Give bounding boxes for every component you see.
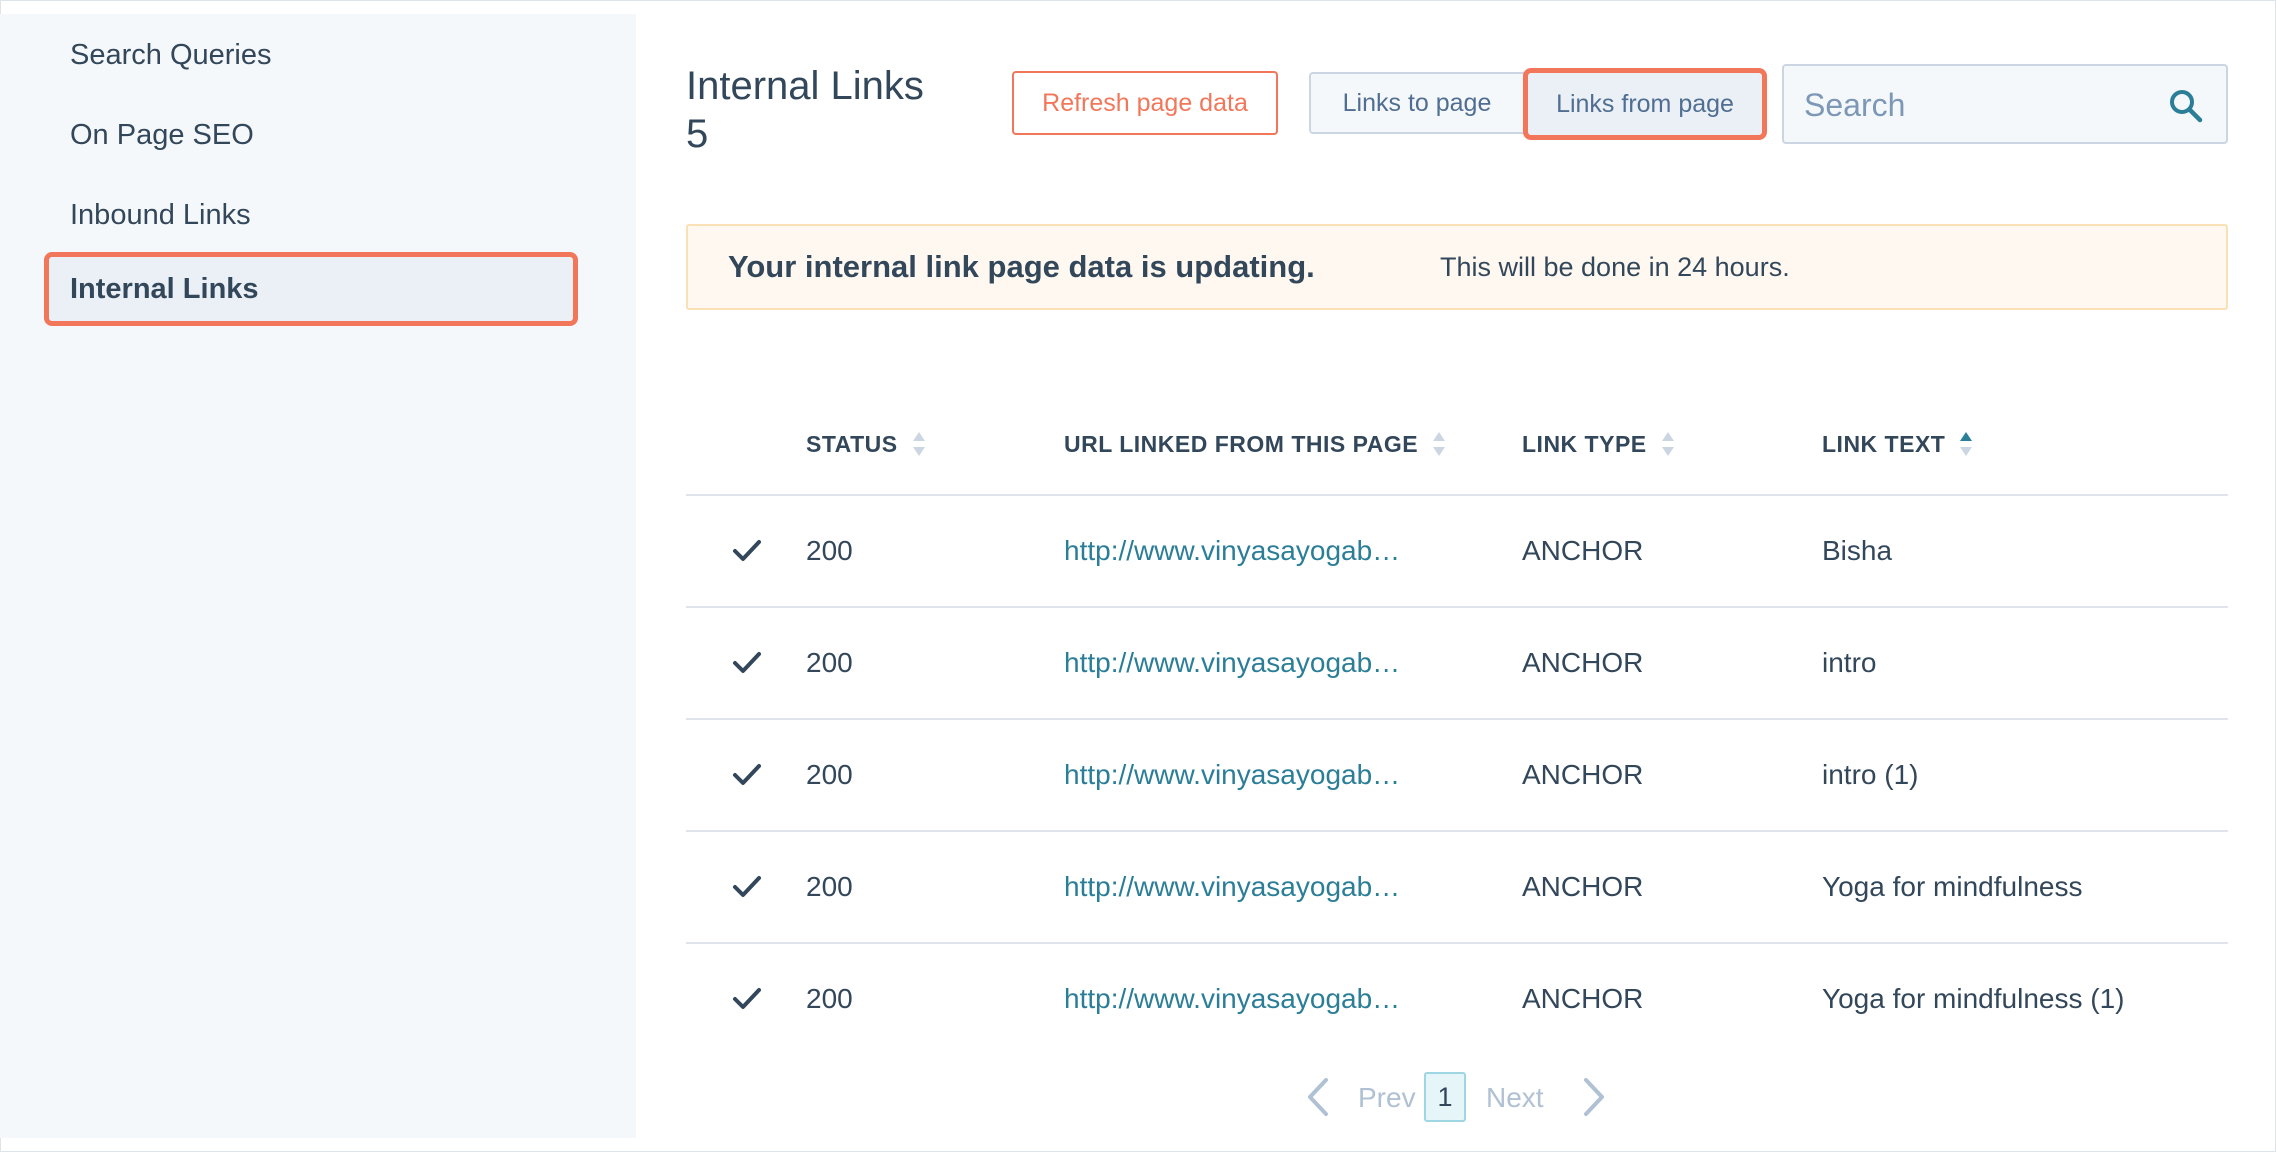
sidebar-item-label: On Page SEO — [70, 119, 254, 151]
link-text-cell: intro (1) — [1822, 759, 1919, 790]
url-link[interactable]: http://www.vinyasayogab… — [1064, 720, 1400, 830]
search-icon[interactable] — [2168, 88, 2204, 124]
link-count: 5 — [686, 112, 709, 156]
next-button[interactable]: Next — [1486, 1070, 1544, 1126]
chevron-left-icon[interactable] — [1304, 1076, 1332, 1118]
url-link[interactable]: http://www.vinyasayogab… — [1064, 944, 1400, 1054]
link-type-cell: ANCHOR — [1522, 983, 1644, 1014]
page-title: Internal Links 5 — [686, 62, 924, 158]
chevron-right-icon[interactable] — [1580, 1076, 1608, 1118]
table-row[interactable]: 200 http://www.vinyasayogab… ANCHOR intr… — [686, 720, 2228, 832]
status-cell: 200 — [806, 871, 853, 902]
page-number-current[interactable]: 1 — [1424, 1072, 1466, 1122]
table-header: STATUS URL LINKED FROM THIS PAGE LINK TY… — [686, 394, 2228, 496]
link-text-cell: Yoga for mindfulness — [1822, 871, 2083, 902]
check-icon — [733, 876, 761, 897]
check-icon — [733, 540, 761, 561]
pagination: Prev 1 Next — [636, 1070, 2274, 1126]
table-row[interactable]: 200 http://www.vinyasayogab… ANCHOR Bish… — [686, 496, 2228, 608]
sidebar: Search Queries On Page SEO Inbound Links… — [0, 14, 636, 1138]
link-text-cell: Bisha — [1822, 535, 1893, 566]
link-type-cell: ANCHOR — [1522, 759, 1644, 790]
sort-ascending-icon — [1960, 432, 1973, 456]
table-row[interactable]: 200 http://www.vinyasayogab… ANCHOR Yoga… — [686, 944, 2228, 1054]
page-title-text: Internal Links — [686, 64, 924, 108]
check-icon — [733, 652, 761, 673]
sidebar-item-label: Search Queries — [70, 39, 272, 71]
sort-icon — [912, 432, 925, 456]
link-type-cell: ANCHOR — [1522, 871, 1644, 902]
column-header-link-type[interactable]: LINK TYPE — [1522, 430, 1675, 458]
sidebar-item-label: Inbound Links — [70, 199, 251, 231]
link-text-cell: intro — [1822, 647, 1877, 678]
sidebar-item-label: Internal Links — [70, 273, 259, 305]
link-type-cell: ANCHOR — [1522, 647, 1644, 678]
check-icon — [733, 764, 761, 785]
column-header-url[interactable]: URL LINKED FROM THIS PAGE — [1064, 430, 1446, 458]
links-from-page-toggle[interactable]: Links from page — [1523, 68, 1767, 140]
url-link[interactable]: http://www.vinyasayogab… — [1064, 832, 1400, 942]
search-box — [1782, 64, 2228, 144]
refresh-page-data-button[interactable]: Refresh page data — [1012, 71, 1278, 135]
prev-button[interactable]: Prev — [1358, 1070, 1416, 1126]
status-cell: 200 — [806, 983, 853, 1014]
sidebar-item-inbound-links[interactable]: Inbound Links — [44, 178, 578, 252]
alert-message: This will be done in 24 hours. — [1440, 252, 1790, 282]
link-type-cell: ANCHOR — [1522, 535, 1644, 566]
sidebar-item-on-page-seo[interactable]: On Page SEO — [44, 98, 578, 172]
column-header-status[interactable]: STATUS — [806, 430, 926, 458]
updating-alert: Your internal link page data is updating… — [686, 224, 2228, 310]
column-header-link-text[interactable]: LINK TEXT — [1822, 430, 1973, 458]
table-row[interactable]: 200 http://www.vinyasayogab… ANCHOR intr… — [686, 608, 2228, 720]
check-icon — [733, 988, 761, 1009]
status-cell: 200 — [806, 535, 853, 566]
search-input[interactable] — [1784, 66, 2166, 144]
internal-links-table: STATUS URL LINKED FROM THIS PAGE LINK TY… — [686, 394, 2228, 1054]
table-row[interactable]: 200 http://www.vinyasayogab… ANCHOR Yoga… — [686, 832, 2228, 944]
links-to-page-toggle[interactable]: Links to page — [1309, 72, 1525, 134]
sidebar-item-internal-links[interactable]: Internal Links — [44, 252, 578, 326]
sort-icon — [1433, 432, 1446, 456]
link-text-cell: Yoga for mindfulness (1) — [1822, 983, 2125, 1014]
sort-icon — [1661, 432, 1674, 456]
status-cell: 200 — [806, 759, 853, 790]
main-content: Internal Links 5 Refresh page data Links… — [636, 14, 2274, 1138]
sidebar-item-search-queries[interactable]: Search Queries — [44, 18, 578, 92]
url-link[interactable]: http://www.vinyasayogab… — [1064, 496, 1400, 606]
status-cell: 200 — [806, 647, 853, 678]
alert-title: Your internal link page data is updating… — [728, 249, 1315, 284]
url-link[interactable]: http://www.vinyasayogab… — [1064, 608, 1400, 718]
